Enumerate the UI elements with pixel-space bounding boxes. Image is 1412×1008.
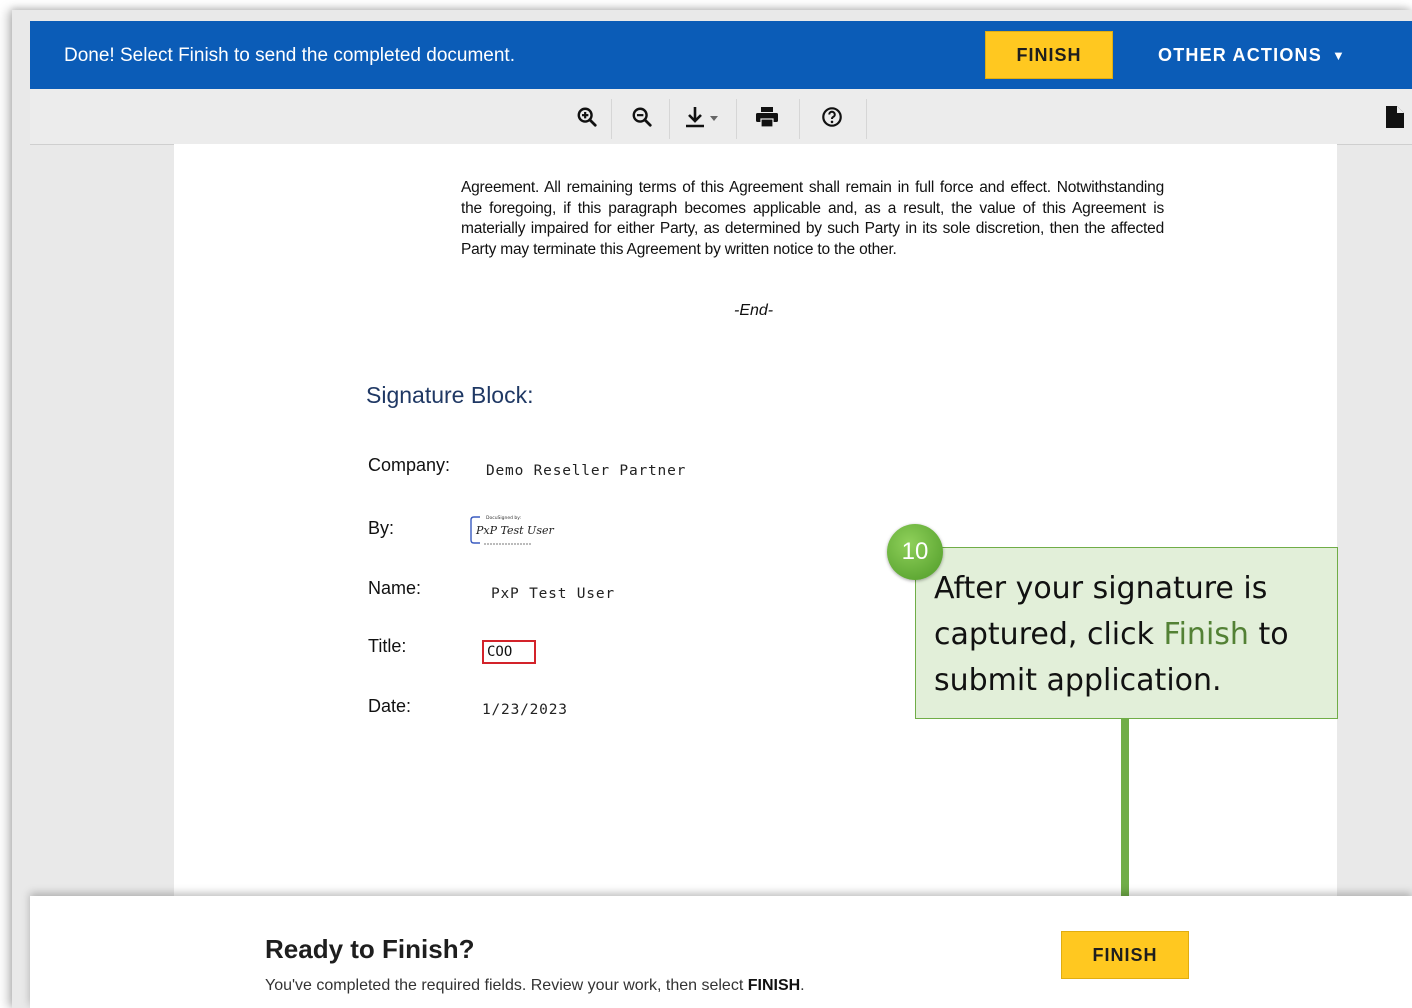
ready-message-bold: FINISH xyxy=(747,977,801,994)
ready-message: You've completed the required fields. Re… xyxy=(265,977,805,995)
caret-down-icon: ▼ xyxy=(1331,47,1347,63)
name-value: PxP Test User xyxy=(491,586,615,602)
signature-stamp[interactable]: DocuSigned by: PxP Test User xyxy=(470,512,556,548)
signature-name: PxP Test User xyxy=(475,524,554,537)
company-label: Company: xyxy=(368,455,451,475)
toolbar-separator xyxy=(799,99,800,139)
by-label: By: xyxy=(368,518,395,538)
title-label: Title: xyxy=(368,636,407,656)
callout-text: After your signature is captured, click … xyxy=(934,566,1324,704)
document-page: Agreement. All remaining terms of this A… xyxy=(174,144,1337,904)
signature-block-heading: Signature Block: xyxy=(366,382,534,408)
other-actions-menu[interactable]: OTHER ACTIONS ▼ xyxy=(1158,31,1346,79)
toolbar-separator xyxy=(669,99,670,139)
signature-caption: DocuSigned by: xyxy=(486,515,521,521)
company-value: Demo Reseller Partner xyxy=(486,463,687,479)
finish-button-bottom[interactable]: FINISH xyxy=(1061,931,1189,979)
zoom-out-icon[interactable] xyxy=(622,99,662,135)
toolbar-separator xyxy=(736,99,737,139)
ready-to-finish-panel: Ready to Finish? You've completed the re… xyxy=(30,896,1412,1008)
title-field[interactable]: COO xyxy=(482,640,536,664)
date-value: 1/23/2023 xyxy=(482,702,568,718)
other-actions-label: OTHER ACTIONS xyxy=(1158,44,1322,65)
document-icon[interactable] xyxy=(1385,105,1405,129)
toolbar-separator xyxy=(866,99,867,139)
top-action-bar: Done! Select Finish to send the complete… xyxy=(30,21,1412,89)
end-marker: -End- xyxy=(734,302,774,319)
download-icon[interactable] xyxy=(680,99,728,135)
toolbar-separator xyxy=(611,99,612,139)
callout-highlight: Finish xyxy=(1163,617,1249,652)
help-icon[interactable] xyxy=(812,99,852,135)
zoom-in-icon[interactable] xyxy=(567,99,607,135)
instruction-callout: After your signature is captured, click … xyxy=(915,547,1338,719)
document-toolbar xyxy=(30,89,1412,145)
ready-message-end: . xyxy=(800,977,805,994)
ready-message-text: You've completed the required fields. Re… xyxy=(265,977,748,994)
docusign-window: Done! Select Finish to send the complete… xyxy=(12,10,1412,1008)
status-message: Done! Select Finish to send the complete… xyxy=(64,45,515,66)
ready-title: Ready to Finish? xyxy=(265,934,475,964)
name-label: Name: xyxy=(368,578,422,598)
date-label: Date: xyxy=(368,696,412,716)
finish-button[interactable]: FINISH xyxy=(985,31,1113,79)
print-icon[interactable] xyxy=(747,99,787,135)
step-number-badge: 10 xyxy=(887,524,943,580)
agreement-paragraph: Agreement. All remaining terms of this A… xyxy=(461,179,1164,258)
